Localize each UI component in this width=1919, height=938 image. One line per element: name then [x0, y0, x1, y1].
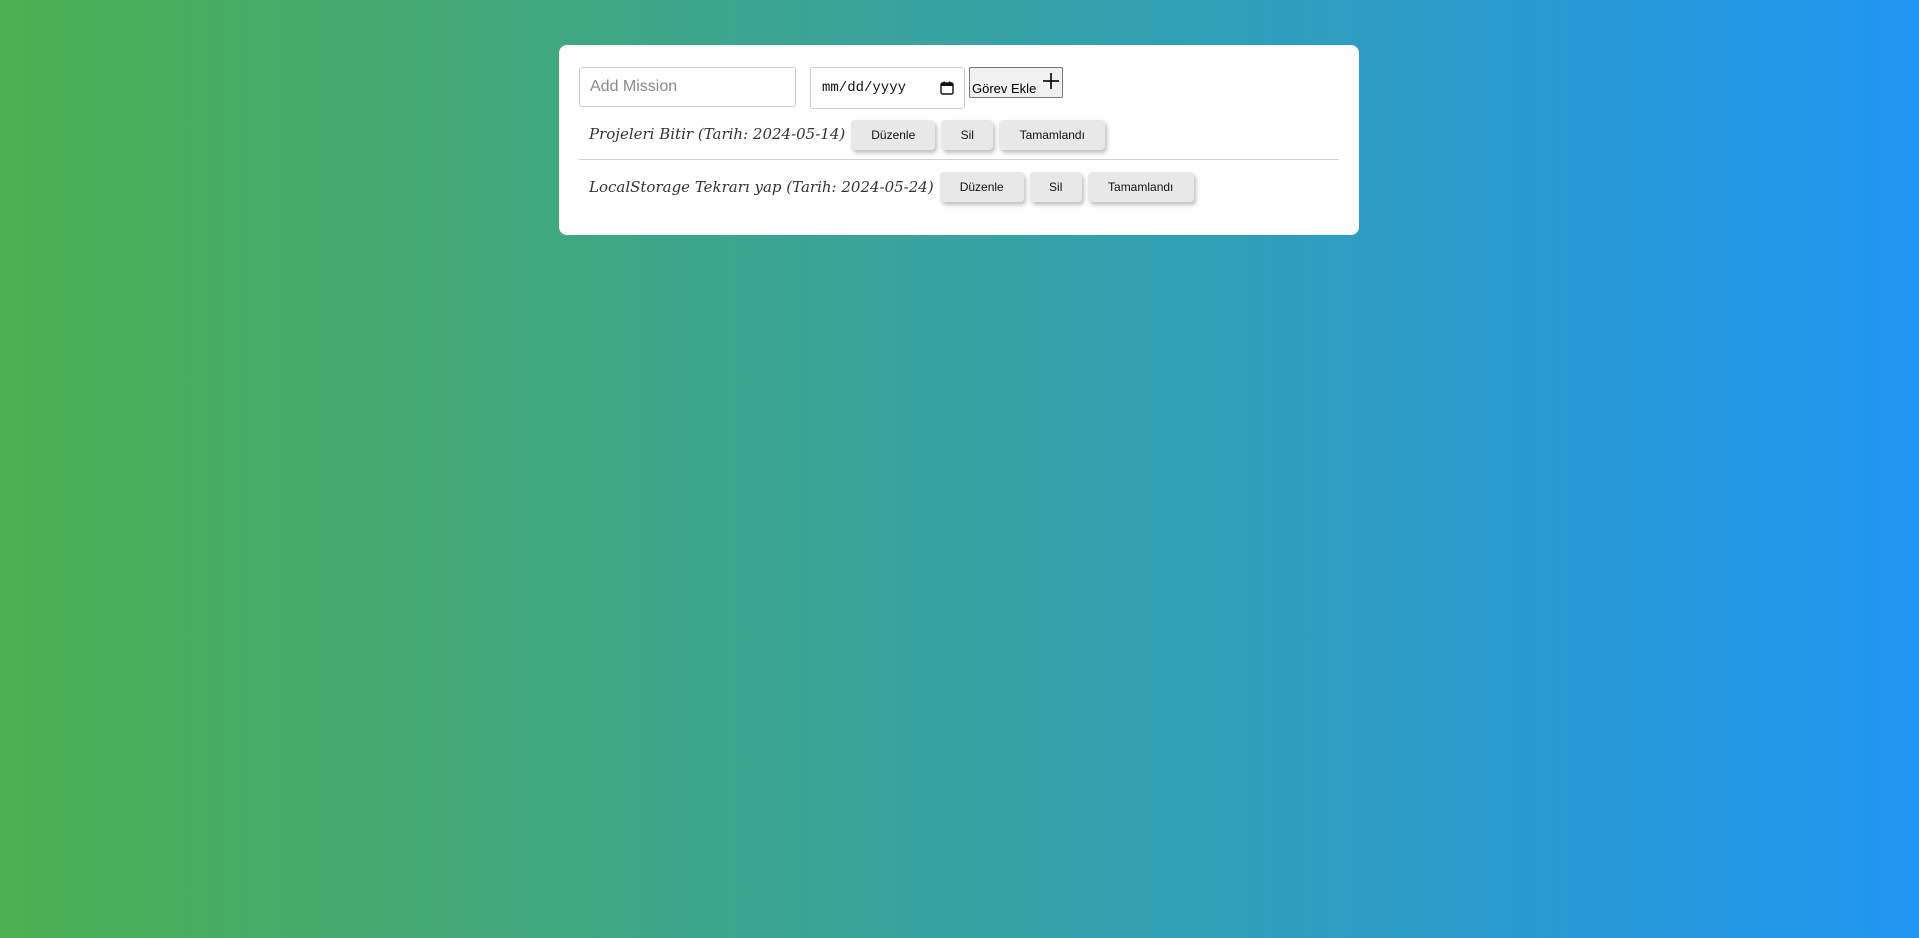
- add-mission-form: mm/dd/yyyy Görev Ekle: [579, 67, 1339, 109]
- task-text: Projeleri Bitir (Tarih: 2024-05-14): [589, 125, 846, 143]
- delete-button[interactable]: Sil: [1029, 171, 1082, 202]
- date-placeholder: mm/dd/yyyy: [822, 80, 907, 96]
- task-list: Projeleri Bitir (Tarih: 2024-05-14) Düze…: [579, 109, 1339, 213]
- mission-input[interactable]: [579, 67, 796, 107]
- calendar-icon[interactable]: [940, 81, 954, 95]
- add-mission-button[interactable]: Görev Ekle: [969, 67, 1064, 98]
- edit-button[interactable]: Düzenle: [851, 120, 936, 150]
- edit-button[interactable]: Düzenle: [939, 171, 1024, 202]
- delete-button[interactable]: Sil: [941, 120, 994, 150]
- complete-button[interactable]: Tamamlandı: [1087, 171, 1194, 202]
- task-item: Projeleri Bitir (Tarih: 2024-05-14) Düze…: [579, 109, 1339, 159]
- todo-card: mm/dd/yyyy Görev Ekle Projeleri Bitir (T…: [559, 45, 1359, 235]
- complete-button[interactable]: Tamamlandı: [999, 120, 1106, 150]
- add-mission-label: Görev Ekle: [972, 81, 1037, 96]
- task-item: LocalStorage Tekrarı yap (Tarih: 2024-05…: [579, 159, 1339, 213]
- task-text: LocalStorage Tekrarı yap (Tarih: 2024-05…: [589, 177, 934, 196]
- date-input[interactable]: mm/dd/yyyy: [810, 67, 965, 109]
- plus-icon: [1043, 73, 1060, 89]
